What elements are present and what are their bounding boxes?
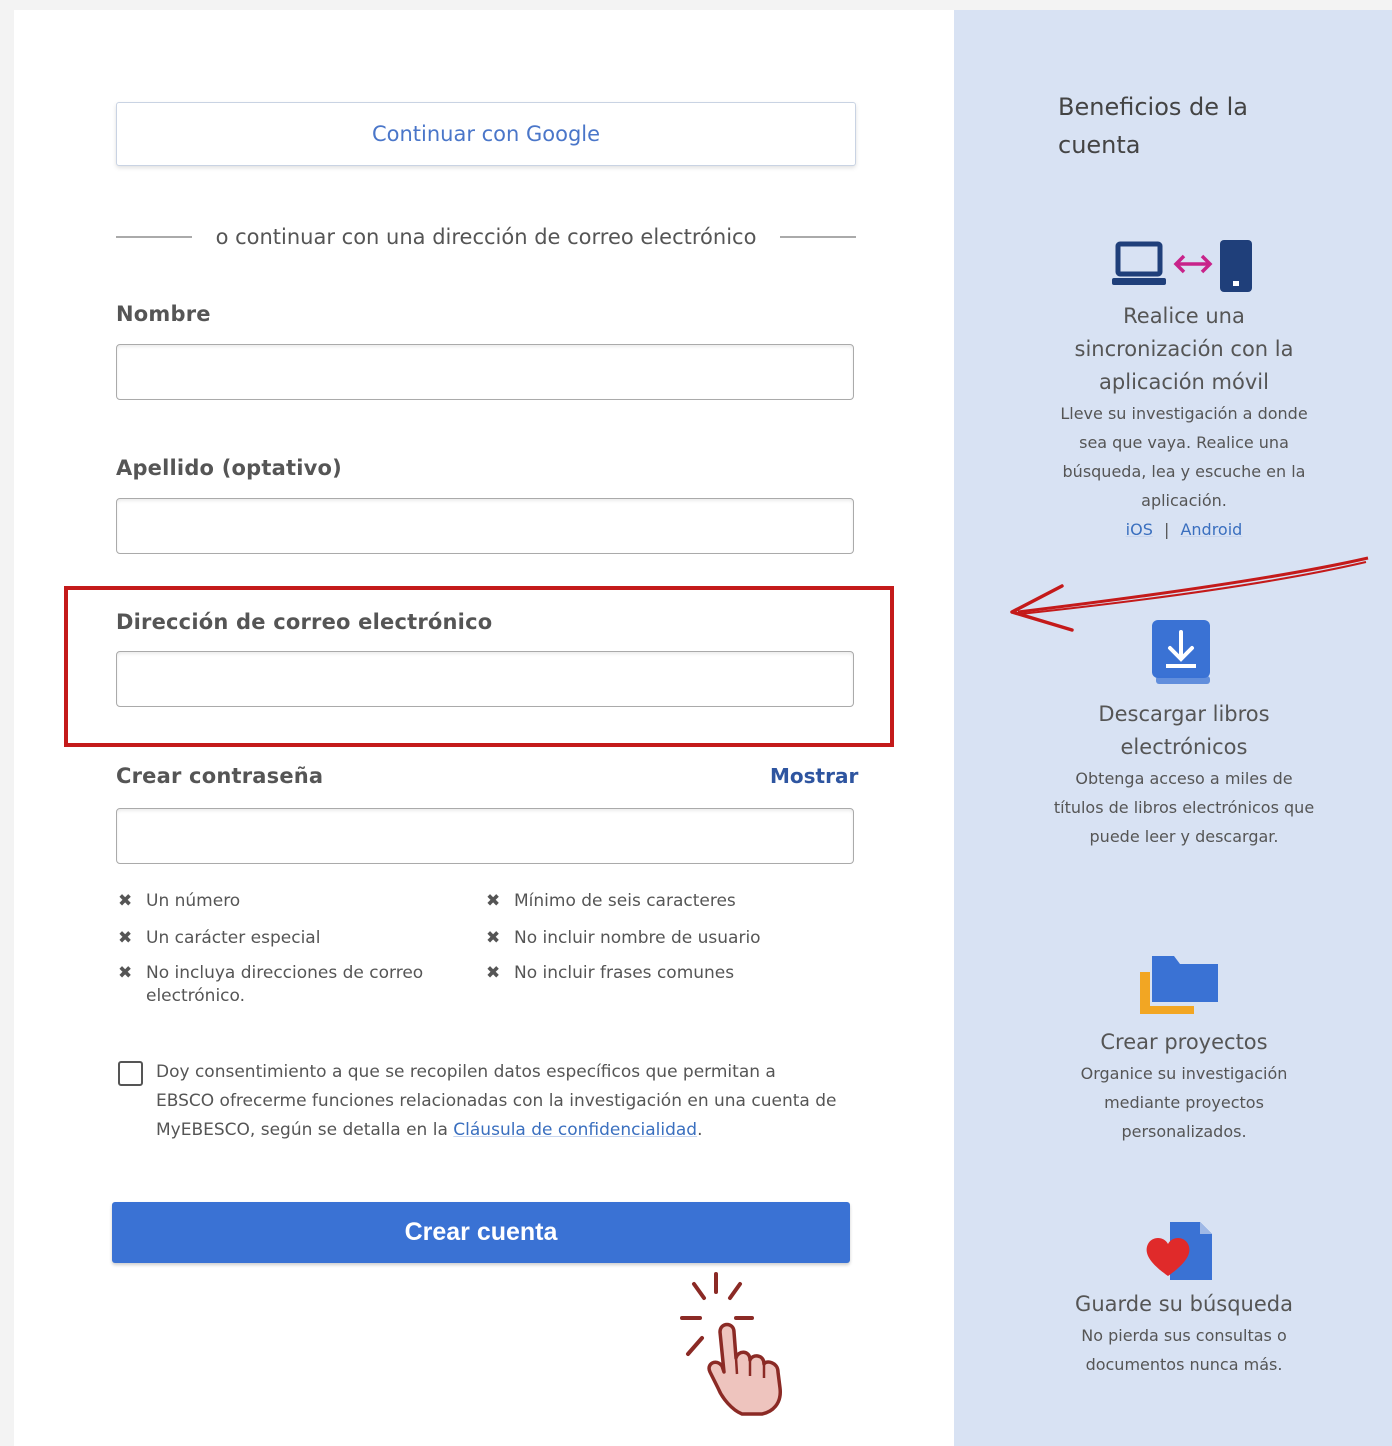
benefit-create-projects: Crear proyectos Organice su investigació… bbox=[1050, 1026, 1318, 1146]
benefit-description: No pierda sus consultas o documentos nun… bbox=[1081, 1326, 1287, 1374]
consent-block: Doy consentimiento a que se recopilen da… bbox=[118, 1058, 838, 1145]
benefit-description: Obtenga acceso a miles de títulos de lib… bbox=[1053, 769, 1315, 846]
consent-checkbox[interactable] bbox=[118, 1061, 143, 1086]
benefit-title: Crear proyectos bbox=[1100, 1030, 1268, 1054]
x-icon: ✖ bbox=[118, 928, 133, 948]
continue-with-google-button[interactable]: Continuar con Google bbox=[116, 102, 856, 166]
email-label: Dirección de correo electrónico bbox=[116, 610, 493, 634]
sync-devices-icon bbox=[1112, 240, 1252, 292]
password-rule: ✖ No incluir frases comunes bbox=[486, 963, 735, 983]
android-link[interactable]: Android bbox=[1180, 520, 1242, 539]
password-rule: ✖ No incluya direcciones de correo electr… bbox=[118, 963, 424, 1006]
click-hand-icon bbox=[680, 1272, 782, 1416]
heart-document-icon bbox=[1146, 1222, 1212, 1280]
last-name-label: Apellido (optativo) bbox=[116, 456, 342, 480]
benefit-title: Realice una sincronización con la aplica… bbox=[1074, 304, 1294, 394]
consent-text: Doy consentimiento a que se recopilen da… bbox=[156, 1062, 837, 1140]
benefit-download-ebooks: Descargar libros electrónicos Obtenga ac… bbox=[1050, 698, 1318, 851]
password-rule: ✖ Un carácter especial bbox=[118, 928, 321, 948]
sidebar-title: Beneficios de la cuenta bbox=[1058, 93, 1249, 159]
benefit-title: Descargar libros electrónicos bbox=[1098, 702, 1270, 759]
privacy-policy-link[interactable]: Cláusula de confidencialidad bbox=[453, 1120, 697, 1140]
password-rule: ✖ No incluir nombre de usuario bbox=[486, 928, 761, 948]
download-book-icon bbox=[1152, 620, 1210, 684]
benefit-title: Guarde su búsqueda bbox=[1075, 1292, 1293, 1316]
ios-link[interactable]: iOS bbox=[1126, 520, 1153, 539]
folder-icon bbox=[1140, 956, 1218, 1014]
x-icon: ✖ bbox=[486, 963, 501, 983]
link-separator: | bbox=[1163, 520, 1170, 539]
x-icon: ✖ bbox=[486, 928, 501, 948]
divider-line-left bbox=[116, 236, 192, 238]
benefit-sync-app: Realice una sincronización con la aplica… bbox=[1050, 300, 1318, 544]
email-divider: o continuar con una dirección de correo … bbox=[116, 220, 856, 254]
benefit-description: Organice su investigación mediante proye… bbox=[1080, 1064, 1288, 1141]
benefit-description: Lleve su investigación a donde sea que v… bbox=[1060, 404, 1308, 510]
x-icon: ✖ bbox=[486, 891, 501, 911]
benefit-save-search: Guarde su búsqueda No pierda sus consult… bbox=[1050, 1288, 1318, 1379]
password-rule: ✖ Mínimo de seis caracteres bbox=[486, 891, 736, 911]
app-links: iOS | Android bbox=[1050, 515, 1318, 544]
show-password-link[interactable]: Mostrar bbox=[770, 764, 858, 788]
divider-line-right bbox=[780, 236, 856, 238]
password-label: Crear contraseña bbox=[116, 764, 324, 788]
create-account-button[interactable]: Crear cuenta bbox=[112, 1202, 850, 1263]
x-icon: ✖ bbox=[118, 963, 133, 983]
divider-text: o continuar con una dirección de correo … bbox=[215, 225, 757, 249]
x-icon: ✖ bbox=[118, 891, 133, 911]
password-input[interactable] bbox=[116, 808, 854, 864]
last-name-input[interactable] bbox=[116, 498, 854, 554]
email-input[interactable] bbox=[116, 651, 854, 707]
first-name-input[interactable] bbox=[116, 344, 854, 400]
first-name-label: Nombre bbox=[116, 302, 211, 326]
password-rule: ✖ Un número bbox=[118, 891, 241, 911]
